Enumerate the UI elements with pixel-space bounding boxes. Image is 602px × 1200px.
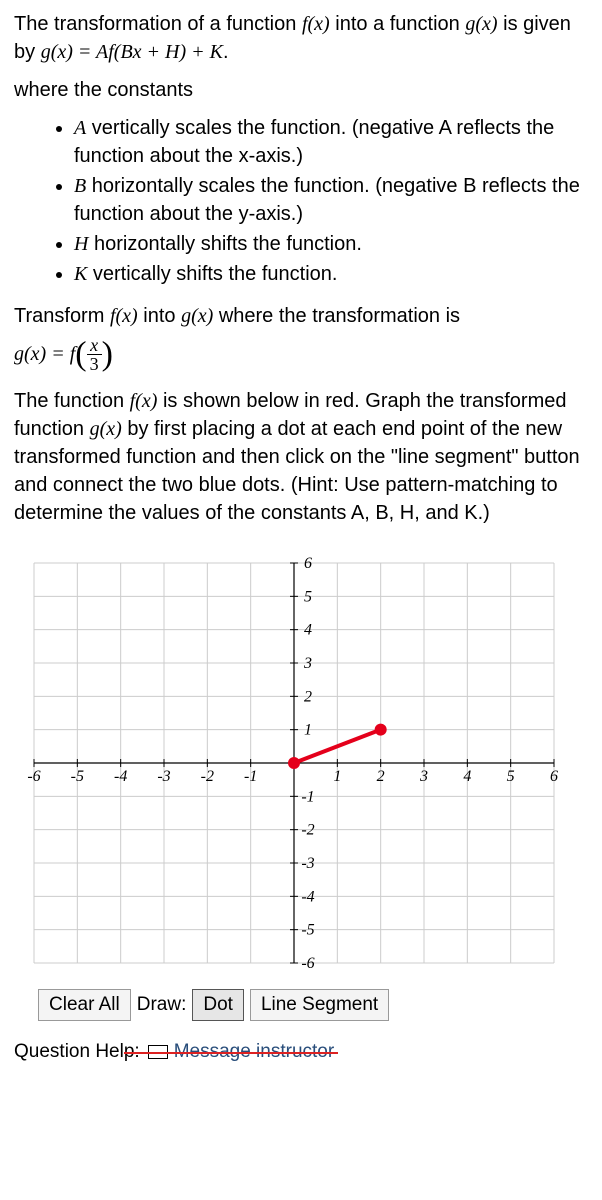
svg-text:-1: -1 <box>244 768 257 785</box>
svg-text:2: 2 <box>304 688 312 705</box>
svg-text:4: 4 <box>463 768 471 785</box>
graph-svg[interactable]: -6 -5 -4 -3 -2 -1 1 2 3 4 5 6 -6 -5 -4 -3 -2 -1 1 2 3 4 5 6 <box>14 543 574 983</box>
paren-left: ( <box>75 336 86 373</box>
math-g: g(x) <box>90 418 122 440</box>
svg-text:6: 6 <box>550 768 558 785</box>
svg-text:-4: -4 <box>301 888 314 905</box>
math-f: f(x) <box>110 305 138 327</box>
svg-text:4: 4 <box>304 622 312 639</box>
bullet-b: B horizontally scales the function. (neg… <box>74 172 588 228</box>
svg-text:5: 5 <box>507 768 515 785</box>
strike-overlay <box>124 1052 339 1054</box>
svg-text:-4: -4 <box>114 768 127 785</box>
question-help: Question Help: Message instructor <box>14 1039 588 1066</box>
svg-text:-6: -6 <box>301 955 314 972</box>
instructions-paragraph: The function f(x) is shown below in red.… <box>14 387 588 527</box>
transform-paragraph: Transform f(x) into g(x) where the trans… <box>14 302 588 330</box>
text: The function <box>14 390 130 412</box>
svg-text:-2: -2 <box>201 768 214 785</box>
svg-text:-3: -3 <box>301 855 314 872</box>
svg-text:3: 3 <box>419 768 428 785</box>
svg-text:-2: -2 <box>301 822 314 839</box>
bullet-h: H horizontally shifts the function. <box>74 230 588 258</box>
svg-text:1: 1 <box>333 768 341 785</box>
graph-toolbar: Clear All Draw: Dot Line Segment <box>38 989 588 1021</box>
question-help-label: Question Help: <box>14 1039 140 1066</box>
text: Transform <box>14 305 110 327</box>
bullet-a: A A vertically scales the function. (neg… <box>74 114 588 170</box>
denominator: 3 <box>87 355 102 373</box>
equation-2: g(x) = f(x3) <box>14 336 588 373</box>
math-f: f(x) <box>302 13 330 35</box>
text: into a function <box>330 13 466 35</box>
eq2-lhs: g(x) = f <box>14 343 75 365</box>
numerator: x <box>87 336 102 355</box>
draw-label: Draw: <box>137 992 187 1019</box>
text: into <box>138 305 181 327</box>
svg-text:-3: -3 <box>157 768 170 785</box>
text: The transformation of a function <box>14 13 302 35</box>
paren-right: ) <box>102 336 113 373</box>
where-label: where the constants <box>14 76 588 104</box>
graph-canvas[interactable]: -6 -5 -4 -3 -2 -1 1 2 3 4 5 6 -6 -5 -4 -3 -2 -1 1 2 3 4 5 6 <box>14 543 588 983</box>
math-f: f(x) <box>130 390 158 412</box>
text: . <box>223 41 229 63</box>
dot-button[interactable]: Dot <box>192 989 244 1021</box>
svg-text:-5: -5 <box>301 922 314 939</box>
math-g: g(x) <box>181 305 213 327</box>
equation-1: g(x) = Af(Bx + H) + K <box>41 41 223 63</box>
clear-all-button[interactable]: Clear All <box>38 989 131 1021</box>
svg-text:6: 6 <box>304 555 312 572</box>
svg-text:5: 5 <box>304 588 312 605</box>
line-segment-button[interactable]: Line Segment <box>250 989 389 1021</box>
svg-text:2: 2 <box>377 768 385 785</box>
math-g: g(x) <box>465 13 497 35</box>
svg-text:3: 3 <box>303 655 312 672</box>
svg-text:-1: -1 <box>301 788 314 805</box>
constants-list: A A vertically scales the function. (neg… <box>14 114 588 288</box>
bullet-k: K vertically shifts the function. <box>74 260 588 288</box>
fraction: x3 <box>87 336 102 373</box>
svg-text:-5: -5 <box>71 768 84 785</box>
svg-text:1: 1 <box>304 722 312 739</box>
svg-text:-6: -6 <box>27 768 40 785</box>
text: where the transformation is <box>213 305 460 327</box>
intro-paragraph: The transformation of a function f(x) in… <box>14 10 588 66</box>
